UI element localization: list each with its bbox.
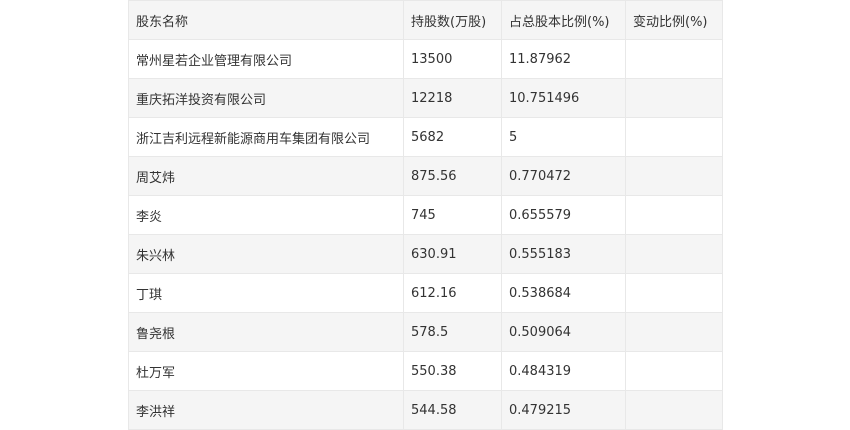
table-row: 浙江吉利远程新能源商用车集团有限公司 5682 5 <box>128 117 723 157</box>
cell-shareholder-name: 杜万军 <box>128 351 404 391</box>
table-row: 重庆拓洋投资有限公司 12218 10.751496 <box>128 78 723 118</box>
cell-share-ratio: 0.509064 <box>501 312 626 352</box>
cell-change-ratio <box>625 39 723 79</box>
cell-shareholder-name: 周艾炜 <box>128 156 404 196</box>
cell-shares-held: 544.58 <box>403 390 502 430</box>
cell-share-ratio: 0.655579 <box>501 195 626 235</box>
header-shareholder-name: 股东名称 <box>128 0 404 40</box>
cell-change-ratio <box>625 312 723 352</box>
cell-share-ratio: 0.538684 <box>501 273 626 313</box>
table-row: 周艾炜 875.56 0.770472 <box>128 156 723 196</box>
cell-shareholder-name: 李洪祥 <box>128 390 404 430</box>
cell-shareholder-name: 李炎 <box>128 195 404 235</box>
cell-share-ratio: 5 <box>501 117 626 157</box>
cell-change-ratio <box>625 78 723 118</box>
shareholder-table: 股东名称 持股数(万股) 占总股本比例(%) 变动比例(%) 常州星若企业管理有… <box>128 0 723 430</box>
cell-share-ratio: 11.87962 <box>501 39 626 79</box>
header-shares-held: 持股数(万股) <box>403 0 502 40</box>
cell-shareholder-name: 鲁尧根 <box>128 312 404 352</box>
cell-change-ratio <box>625 351 723 391</box>
cell-share-ratio: 0.479215 <box>501 390 626 430</box>
cell-share-ratio: 0.555183 <box>501 234 626 274</box>
table-row: 李炎 745 0.655579 <box>128 195 723 235</box>
table-header-row: 股东名称 持股数(万股) 占总股本比例(%) 变动比例(%) <box>128 0 723 40</box>
cell-shareholder-name: 朱兴林 <box>128 234 404 274</box>
header-change-ratio: 变动比例(%) <box>625 0 723 40</box>
cell-shares-held: 875.56 <box>403 156 502 196</box>
table-row: 丁琪 612.16 0.538684 <box>128 273 723 313</box>
cell-change-ratio <box>625 195 723 235</box>
table-row: 常州星若企业管理有限公司 13500 11.87962 <box>128 39 723 79</box>
cell-share-ratio: 0.770472 <box>501 156 626 196</box>
cell-share-ratio: 10.751496 <box>501 78 626 118</box>
cell-shares-held: 612.16 <box>403 273 502 313</box>
cell-shareholder-name: 丁琪 <box>128 273 404 313</box>
cell-change-ratio <box>625 234 723 274</box>
cell-change-ratio <box>625 117 723 157</box>
cell-shareholder-name: 重庆拓洋投资有限公司 <box>128 78 404 118</box>
cell-shares-held: 5682 <box>403 117 502 157</box>
table-row: 朱兴林 630.91 0.555183 <box>128 234 723 274</box>
table-row: 鲁尧根 578.5 0.509064 <box>128 312 723 352</box>
cell-change-ratio <box>625 156 723 196</box>
shareholder-table-container: 股东名称 持股数(万股) 占总股本比例(%) 变动比例(%) 常州星若企业管理有… <box>128 0 723 430</box>
cell-change-ratio <box>625 390 723 430</box>
cell-shares-held: 630.91 <box>403 234 502 274</box>
table-row: 杜万军 550.38 0.484319 <box>128 351 723 391</box>
cell-shareholder-name: 浙江吉利远程新能源商用车集团有限公司 <box>128 117 404 157</box>
cell-shares-held: 550.38 <box>403 351 502 391</box>
cell-shares-held: 578.5 <box>403 312 502 352</box>
cell-shares-held: 13500 <box>403 39 502 79</box>
cell-change-ratio <box>625 273 723 313</box>
cell-shares-held: 745 <box>403 195 502 235</box>
table-row: 李洪祥 544.58 0.479215 <box>128 390 723 430</box>
header-share-ratio: 占总股本比例(%) <box>501 0 626 40</box>
cell-shareholder-name: 常州星若企业管理有限公司 <box>128 39 404 79</box>
cell-share-ratio: 0.484319 <box>501 351 626 391</box>
cell-shares-held: 12218 <box>403 78 502 118</box>
